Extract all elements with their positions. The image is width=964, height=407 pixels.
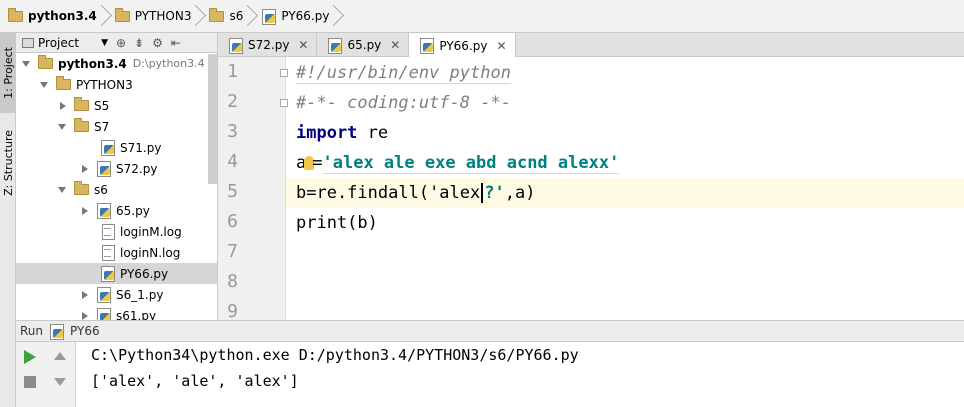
log-file-icon — [100, 245, 115, 261]
line-number: 2 — [227, 91, 238, 112]
line-number: 5 — [227, 181, 238, 202]
python-file-icon — [261, 8, 277, 25]
stop-icon[interactable] — [24, 376, 36, 388]
left-tool-strip: 1: Project Z: Structure — [0, 33, 16, 320]
run-config-name: PY66 — [70, 324, 100, 338]
line-number: 8 — [227, 271, 238, 292]
collapse-arrow-icon[interactable] — [82, 206, 88, 215]
tree-item-s5[interactable]: S5 — [16, 95, 217, 116]
run-panel-title: Run — [20, 324, 44, 338]
tree-item-py66[interactable]: PY66.py — [16, 263, 217, 284]
project-panel-toolbar: Project ▼ ⊕ ⇟ ⚙ ⇤ — [16, 33, 217, 53]
line-number: 7 — [227, 241, 238, 262]
console-line: ['alex', 'ale', 'alex'] — [91, 372, 299, 390]
breadcrumb-item-s6[interactable]: s6 — [205, 3, 257, 29]
tree-item-python3[interactable]: PYTHON3 — [16, 74, 217, 95]
code-line-4: a ='alex ale exe abd acnd alexx' — [296, 152, 620, 174]
collapse-arrow-icon[interactable] — [60, 101, 66, 110]
close-icon[interactable]: ✕ — [390, 38, 400, 52]
line-number: 1 — [227, 61, 238, 82]
tool-tab-project[interactable]: 1: Project — [0, 33, 16, 113]
fold-marker-icon[interactable] — [280, 69, 288, 77]
scroll-from-source-icon[interactable]: ⊕ — [116, 36, 126, 50]
run-panel-header: Run PY66 — [16, 320, 964, 342]
collapse-arrow-icon[interactable] — [82, 164, 88, 173]
tool-tab-structure[interactable]: Z: Structure — [0, 123, 16, 203]
tree-item-s6-1[interactable]: S6_1.py — [16, 284, 217, 305]
code-editor[interactable]: 1 2 3 4 5 6 7 8 9 #!/usr/bin/env python … — [218, 57, 964, 320]
collapse-arrow-icon[interactable] — [82, 311, 88, 320]
expand-arrow-icon[interactable] — [22, 60, 30, 67]
breadcrumb: python3.4 PYTHON3 s6 PY66.py — [0, 0, 964, 33]
tree-item-s71[interactable]: S71.py — [16, 137, 217, 158]
fold-marker-icon[interactable] — [280, 99, 288, 107]
breadcrumb-item-python3[interactable]: PYTHON3 — [111, 3, 206, 29]
folder-icon — [74, 97, 89, 111]
rerun-icon[interactable] — [24, 350, 36, 364]
code-line-2: #-*- coding:utf-8 -*- — [296, 93, 511, 113]
tree-item-65[interactable]: 65.py — [16, 200, 217, 221]
tree-item-python3.4[interactable]: python3.4 D:\python3.4 — [16, 53, 217, 74]
python-file-icon — [100, 266, 115, 282]
expand-arrow-icon[interactable] — [58, 186, 66, 193]
collapse-arrow-icon[interactable] — [82, 290, 88, 299]
folder-icon — [56, 76, 71, 90]
project-view-icon — [22, 37, 34, 48]
breadcrumb-item-py66[interactable]: PY66.py — [257, 3, 343, 29]
console-line: C:\Python34\python.exe D:/python3.4/PYTH… — [91, 346, 579, 364]
project-scrollbar[interactable] — [208, 54, 217, 184]
editor-tab-65[interactable]: 65.py ✕ — [317, 33, 410, 57]
down-arrow-icon[interactable] — [54, 378, 66, 386]
run-console[interactable]: C:\Python34\python.exe D:/python3.4/PYTH… — [76, 342, 964, 407]
python-file-icon — [96, 308, 111, 320]
close-icon[interactable]: ✕ — [496, 39, 506, 53]
python-file-icon — [96, 287, 111, 303]
close-icon[interactable]: ✕ — [298, 38, 308, 52]
folder-icon — [74, 181, 89, 195]
python-file-icon — [96, 203, 111, 219]
editor-tab-s72[interactable]: S72.py ✕ — [218, 33, 318, 57]
code-line-6: print(b) — [296, 213, 378, 233]
collapse-all-icon[interactable]: ⇟ — [134, 36, 144, 50]
python-file-icon — [100, 140, 115, 156]
log-file-icon — [100, 224, 115, 240]
python-file-icon — [96, 161, 111, 177]
tree-item-s61[interactable]: s61.py — [16, 305, 217, 320]
line-number: 6 — [227, 211, 238, 232]
expand-arrow-icon[interactable] — [40, 81, 48, 88]
line-number: 4 — [227, 151, 238, 172]
up-arrow-icon[interactable] — [54, 352, 66, 360]
breadcrumb-item-python3.4[interactable]: python3.4 — [4, 3, 111, 29]
folder-icon — [209, 7, 225, 22]
line-number: 9 — [227, 301, 238, 320]
bottom-left-strip — [0, 320, 16, 407]
folder-icon — [114, 7, 130, 22]
python-file-icon — [327, 37, 343, 54]
folder-icon — [8, 7, 23, 22]
tree-item-s6[interactable]: s6 — [16, 179, 217, 200]
project-view-title[interactable]: Project — [38, 36, 79, 50]
tree-item-s72[interactable]: S72.py — [16, 158, 217, 179]
code-line-3: import re — [296, 123, 389, 143]
gear-icon[interactable]: ⚙ — [152, 36, 163, 50]
text-caret — [481, 183, 484, 203]
folder-icon — [74, 118, 89, 132]
run-toolbar — [16, 342, 76, 407]
folder-icon — [38, 55, 53, 69]
line-number: 3 — [227, 121, 238, 142]
code-line-5: b=re.findall('alex ?' ,a) — [296, 183, 536, 203]
tree-item-s7[interactable]: S7 — [16, 116, 217, 137]
hide-panel-icon[interactable]: ⇤ — [171, 36, 181, 50]
python-file-icon — [419, 38, 435, 54]
python-file-icon — [49, 323, 65, 340]
code-line-1: #!/usr/bin/env python — [296, 62, 511, 84]
project-panel: Project ▼ ⊕ ⇟ ⚙ ⇤ python3.4 D:\python3.4… — [16, 33, 218, 320]
tree-item-loginn[interactable]: loginN.log — [16, 242, 217, 263]
tree-item-loginm[interactable]: loginM.log — [16, 221, 217, 242]
editor-tab-py66[interactable]: PY66.py ✕ — [409, 33, 516, 58]
chevron-down-icon[interactable]: ▼ — [101, 38, 108, 48]
expand-arrow-icon[interactable] — [58, 123, 66, 130]
python-file-icon — [228, 37, 243, 54]
editor-tab-bar: S72.py ✕ 65.py ✕ PY66.py ✕ — [218, 33, 964, 58]
